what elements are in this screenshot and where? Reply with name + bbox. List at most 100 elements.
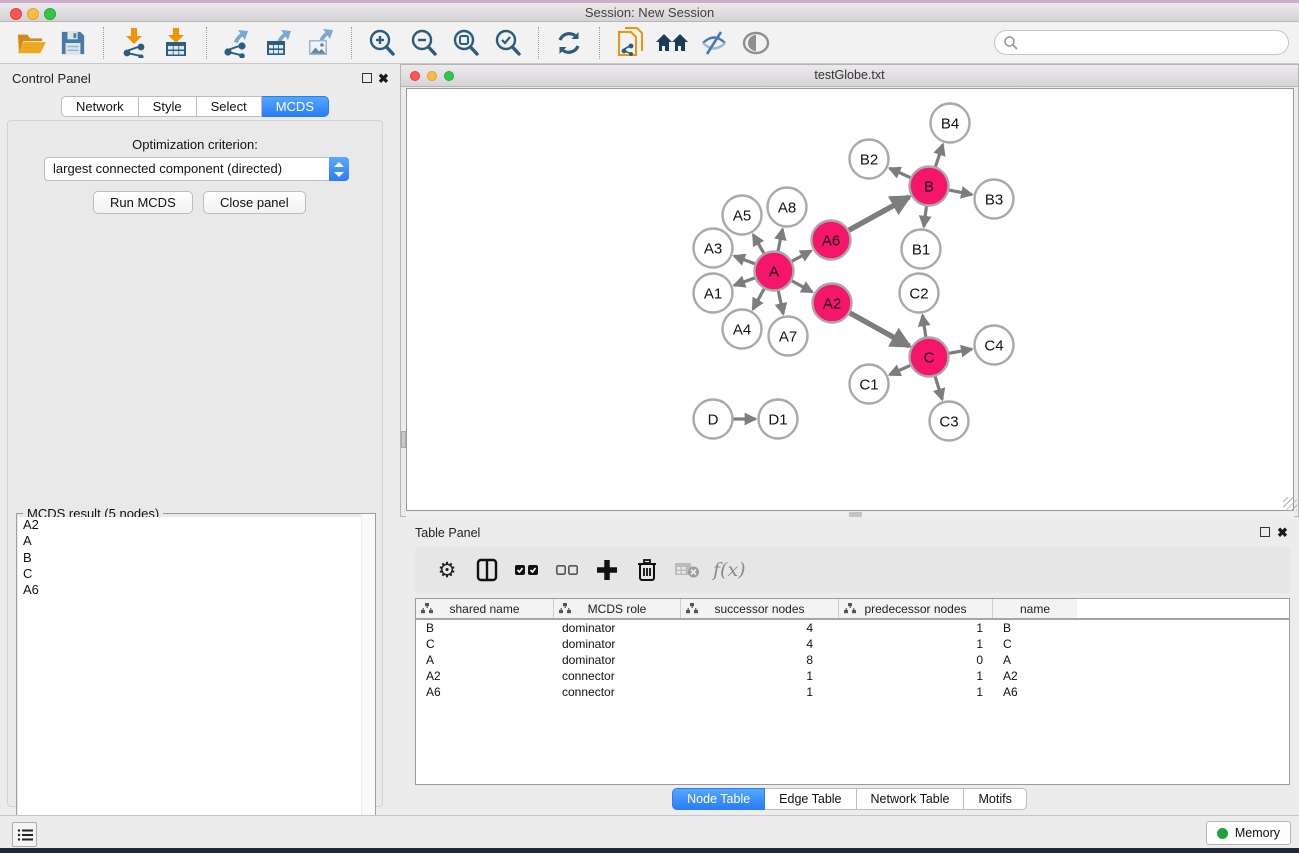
- home-icon[interactable]: [655, 26, 689, 60]
- criterion-dropdown[interactable]: largest connected component (directed): [44, 157, 349, 181]
- column-header-predecessor-nodes[interactable]: predecessor nodes: [839, 599, 993, 618]
- node-table[interactable]: shared nameMCDS rolesuccessor nodesprede…: [415, 598, 1290, 785]
- show-columns-icon[interactable]: [472, 555, 502, 585]
- search-input[interactable]: [1019, 33, 1288, 53]
- export-network-icon[interactable]: [220, 26, 254, 60]
- graph-edge-C-C4[interactable]: [949, 349, 972, 353]
- graph-edge-B-B3[interactable]: [949, 190, 972, 195]
- graph-edge-C-C2[interactable]: [922, 315, 925, 337]
- zoom-in-icon[interactable]: [365, 26, 399, 60]
- result-item[interactable]: C: [18, 566, 375, 582]
- unselect-all-columns-icon[interactable]: [552, 555, 582, 585]
- graph-node-B1[interactable]: B1: [902, 230, 941, 269]
- float-panel-icon[interactable]: [362, 73, 372, 83]
- graph-node-A7[interactable]: A7: [769, 317, 808, 356]
- result-scrollbar[interactable]: [361, 514, 375, 850]
- graph-node-C2[interactable]: C2: [900, 274, 939, 313]
- tab-edge-table[interactable]: Edge Table: [765, 788, 856, 810]
- result-item[interactable]: A6: [18, 582, 375, 598]
- graph-node-C3[interactable]: C3: [930, 402, 969, 441]
- graph-node-A4[interactable]: A4: [723, 310, 762, 349]
- result-item[interactable]: B: [18, 550, 375, 566]
- graph-node-D1[interactable]: D1: [759, 400, 798, 439]
- column-header-shared-name[interactable]: shared name: [416, 599, 554, 618]
- run-mcds-button[interactable]: Run MCDS: [93, 191, 193, 214]
- graph-node-A5[interactable]: A5: [723, 196, 762, 235]
- zoom-out-icon[interactable]: [407, 26, 441, 60]
- close-panel-button[interactable]: Close panel: [203, 191, 306, 214]
- graph-node-D[interactable]: D: [694, 400, 733, 439]
- graphics-details-icon[interactable]: [697, 26, 731, 60]
- search-box[interactable]: [994, 30, 1289, 55]
- resize-grip-icon[interactable]: [1283, 497, 1297, 511]
- minimize-window-button[interactable]: [27, 8, 39, 20]
- tab-network[interactable]: Network: [61, 96, 139, 117]
- maximize-window-button[interactable]: [44, 8, 56, 20]
- graph-edge-A-A8[interactable]: [778, 229, 782, 251]
- select-all-columns-icon[interactable]: [512, 555, 542, 585]
- result-item[interactable]: A2: [18, 517, 375, 533]
- table-settings-icon[interactable]: ⚙: [432, 555, 462, 585]
- graph-node-B4[interactable]: B4: [931, 104, 970, 143]
- network-from-clipboard-icon[interactable]: [613, 26, 647, 60]
- task-history-button[interactable]: [12, 822, 37, 847]
- tab-network-table[interactable]: Network Table: [857, 788, 965, 810]
- tab-node-table[interactable]: Node Table: [672, 788, 765, 810]
- table-close-panel-icon[interactable]: ✖: [1277, 525, 1288, 541]
- graph-edge-A-A1[interactable]: [734, 278, 755, 285]
- graph-edge-A-A5[interactable]: [753, 235, 764, 254]
- graph-node-C1[interactable]: C1: [850, 365, 889, 404]
- refresh-icon[interactable]: [552, 26, 586, 60]
- eye-icon[interactable]: [739, 26, 773, 60]
- graph-edge-B-B4[interactable]: [935, 144, 942, 166]
- mcds-result-list[interactable]: A2ABCA6: [18, 517, 375, 850]
- tab-select[interactable]: Select: [197, 96, 262, 117]
- zoom-fit-icon[interactable]: [449, 26, 483, 60]
- column-header-MCDS-role[interactable]: MCDS role: [554, 599, 681, 618]
- zoom-selected-icon[interactable]: [491, 26, 525, 60]
- network-close-button[interactable]: [410, 71, 420, 81]
- graph-edge-C-C3[interactable]: [935, 377, 942, 400]
- tab-motifs[interactable]: Motifs: [964, 788, 1026, 810]
- network-canvas[interactable]: AA1A2A3A4A5A6A7A8BB1B2B3B4CC1C2C3C4DD1: [406, 88, 1294, 511]
- network-maximize-button[interactable]: [444, 71, 454, 81]
- table-float-panel-icon[interactable]: [1260, 527, 1270, 537]
- graph-edge-A-A2[interactable]: [792, 281, 812, 292]
- table-row[interactable]: Bdominator41B: [416, 620, 1289, 636]
- graph-node-A6[interactable]: A6: [812, 221, 851, 260]
- tab-mcds[interactable]: MCDS: [262, 96, 329, 117]
- add-column-icon[interactable]: [592, 555, 622, 585]
- graph-node-A[interactable]: A: [755, 252, 794, 291]
- graph-node-A2[interactable]: A2: [813, 284, 852, 323]
- open-session-icon[interactable]: [14, 26, 48, 60]
- import-table-icon[interactable]: [159, 26, 193, 60]
- table-row[interactable]: A6connector11A6: [416, 684, 1289, 700]
- network-minimize-button[interactable]: [427, 71, 437, 81]
- graph-edge-C-C1[interactable]: [890, 365, 911, 374]
- graph-node-A1[interactable]: A1: [694, 274, 733, 313]
- table-row[interactable]: A2connector11A2: [416, 668, 1289, 684]
- graph-node-C4[interactable]: C4: [975, 326, 1014, 365]
- graph-node-B[interactable]: B: [910, 167, 949, 206]
- graph-edge-A-A7[interactable]: [778, 291, 783, 314]
- network-window-titlebar[interactable]: testGlobe.txt: [401, 65, 1298, 87]
- table-row[interactable]: Cdominator41C: [416, 636, 1289, 652]
- graph-edge-A-A4[interactable]: [753, 289, 764, 309]
- export-table-icon[interactable]: [262, 26, 296, 60]
- result-item[interactable]: A: [18, 533, 375, 549]
- close-panel-icon[interactable]: ✖: [378, 71, 389, 87]
- graph-edge-B-B2[interactable]: [890, 168, 911, 177]
- memory-button[interactable]: Memory: [1206, 821, 1291, 845]
- graph-node-B3[interactable]: B3: [975, 180, 1014, 219]
- tab-style[interactable]: Style: [139, 96, 197, 117]
- close-window-button[interactable]: [10, 8, 22, 20]
- graph-node-A8[interactable]: A8: [768, 188, 807, 227]
- table-row[interactable]: Adominator80A: [416, 652, 1289, 668]
- delete-columns-icon[interactable]: [632, 555, 662, 585]
- graph-edge-A6-B[interactable]: [849, 197, 909, 230]
- column-header-name[interactable]: name: [993, 599, 1077, 618]
- function-builder-icon[interactable]: f(x): [713, 559, 746, 581]
- export-image-icon[interactable]: [304, 26, 338, 60]
- graph-node-A3[interactable]: A3: [694, 229, 733, 268]
- graph-edge-A-A3[interactable]: [734, 256, 755, 264]
